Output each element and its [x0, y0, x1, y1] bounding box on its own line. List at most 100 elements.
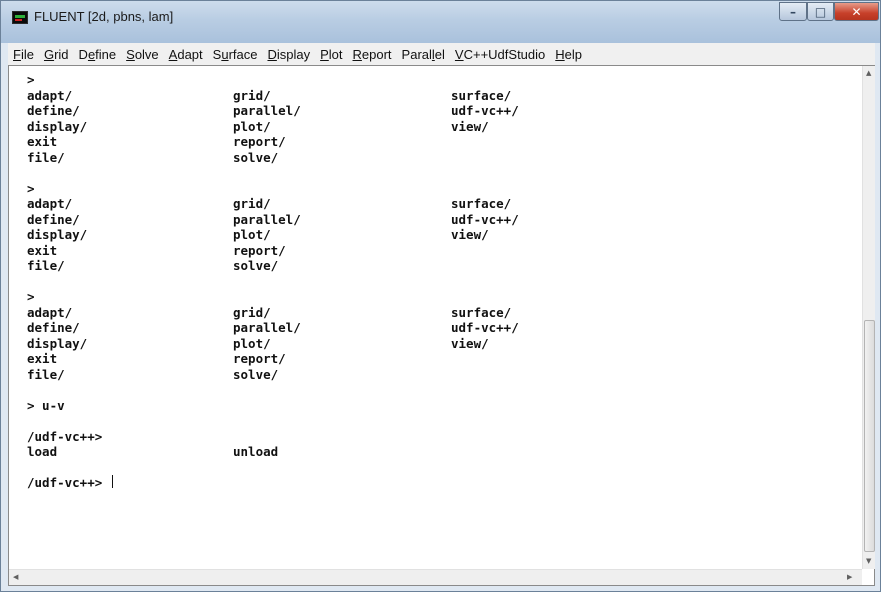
console-cell: report/ — [233, 134, 286, 149]
console-cell — [451, 165, 651, 181]
console-line: > u-v — [27, 398, 857, 414]
menu-define[interactable]: Define — [74, 47, 122, 62]
console-cell — [451, 444, 651, 460]
console-cell: define/ — [27, 211, 80, 227]
menu-vc-udfstudio[interactable]: VC++UdfStudio — [450, 47, 550, 62]
horizontal-scrollbar[interactable]: ◀ ▶ — [9, 569, 862, 585]
console-cell: view/ — [451, 227, 489, 242]
console-cell — [451, 367, 651, 383]
console-cell — [233, 165, 451, 181]
fluent-window: FLUENT [2d, pbns, lam] – □ ✕ File Grid Def… — [0, 0, 881, 592]
console-cell: view/ — [451, 335, 489, 351]
console-cell — [451, 134, 651, 150]
console-cell: solve/ — [233, 366, 279, 382]
console-cell: unload — [233, 444, 279, 459]
scroll-up-arrow-icon[interactable]: ▲ — [866, 69, 871, 77]
scroll-right-arrow-icon[interactable]: ▶ — [847, 573, 852, 581]
console-cell: report/ — [233, 242, 286, 258]
console-cell — [451, 429, 651, 445]
console-cell — [27, 165, 233, 181]
title-bar[interactable]: FLUENT [2d, pbns, lam] – □ ✕ — [1, 1, 880, 43]
console-cell: surface/ — [451, 196, 512, 211]
console-cell: exit — [27, 134, 58, 149]
vertical-scrollbar[interactable]: ▲ ▼ — [862, 66, 875, 569]
console-cell: surface/ — [451, 304, 512, 320]
console-cell: surface/ — [451, 87, 512, 103]
console-line: file/solve/ — [27, 258, 857, 274]
minimize-button[interactable]: – — [779, 2, 807, 21]
console-cell — [451, 382, 651, 398]
maximize-button[interactable]: □ — [807, 2, 834, 21]
console-cell: adapt/ — [27, 196, 73, 211]
vertical-scroll-thumb[interactable] — [864, 320, 875, 552]
menu-help[interactable]: Help — [550, 47, 587, 62]
console-cell: display/ — [27, 335, 88, 351]
console-line — [27, 165, 857, 181]
console-cell: grid/ — [233, 304, 271, 320]
console-cell — [27, 274, 233, 290]
console-cell: adapt/ — [27, 87, 73, 103]
menu-plot[interactable]: Plot — [315, 47, 347, 62]
console-line: > — [27, 289, 857, 305]
console-prompt: /udf-vc++> — [27, 475, 110, 490]
console-prompt-line[interactable]: /udf-vc++> — [27, 475, 857, 491]
console-cell: grid/ — [233, 87, 271, 103]
console-line: exit report/ — [27, 351, 857, 367]
scroll-down-arrow-icon[interactable]: ▼ — [866, 557, 871, 565]
console-line: display/plot/view/ — [27, 119, 857, 135]
menu-parallel[interactable]: Parallel — [397, 47, 450, 62]
fluent-app-icon[interactable] — [12, 11, 28, 24]
console-cell: grid/ — [233, 196, 271, 211]
console-cell: udf-vc++/ — [451, 211, 519, 227]
menu-bar: File Grid Define Solve Adapt Surface Display Pl… — [8, 43, 875, 65]
close-button[interactable]: ✕ — [834, 2, 879, 21]
menu-grid[interactable]: Grid — [39, 47, 74, 62]
console-cell — [233, 289, 451, 305]
console-cell: parallel/ — [233, 211, 301, 227]
console-cell: load — [27, 444, 58, 459]
menu-file[interactable]: File — [8, 47, 39, 62]
console-cell: display/ — [27, 118, 88, 134]
scroll-left-arrow-icon[interactable]: ◀ — [13, 573, 18, 581]
console-cell — [233, 72, 451, 88]
console-cell: > u-v — [27, 397, 65, 413]
console-cell — [233, 274, 451, 290]
console-cell: parallel/ — [233, 320, 301, 335]
console-line: define/parallel/udf-vc++/ — [27, 320, 857, 336]
console-cell: /udf-vc++> — [27, 428, 103, 444]
console-cell — [27, 460, 233, 476]
console-cell: report/ — [233, 351, 286, 366]
console-line — [27, 460, 857, 476]
menu-surface[interactable]: Surface — [208, 47, 263, 62]
menu-display[interactable]: Display — [262, 47, 315, 62]
console-cell — [451, 351, 651, 367]
console-line: define/parallel/udf-vc++/ — [27, 212, 857, 228]
console-cell — [233, 460, 451, 476]
console-area[interactable]: > adapt/grid/surface/define/parallel/udf-… — [8, 65, 875, 586]
console-cell: udf-vc++/ — [451, 320, 519, 335]
console-line — [27, 382, 857, 398]
console-cell: solve/ — [233, 258, 279, 273]
console-cell: define/ — [27, 103, 80, 118]
console-cell — [27, 413, 233, 429]
console-cell — [233, 181, 451, 197]
console-cell: view/ — [451, 118, 489, 134]
console-cell: solve/ — [233, 149, 279, 165]
console-output: > adapt/grid/surface/define/parallel/udf-… — [27, 72, 857, 491]
console-line: display/plot/view/ — [27, 227, 857, 243]
console-line: load unload — [27, 444, 857, 460]
console-cell — [451, 181, 651, 197]
console-cell — [451, 289, 651, 305]
console-cell — [233, 429, 451, 445]
window-title: FLUENT [2d, pbns, lam] — [34, 9, 174, 24]
console-cell: plot/ — [233, 118, 271, 134]
menu-adapt[interactable]: Adapt — [164, 47, 208, 62]
console-cell — [451, 72, 651, 88]
console-line: > — [27, 181, 857, 197]
menu-report[interactable]: Report — [348, 47, 397, 62]
console-line: display/plot/view/ — [27, 336, 857, 352]
menu-solve[interactable]: Solve — [121, 47, 164, 62]
console-cell: plot/ — [233, 227, 271, 242]
console-cell — [451, 398, 651, 414]
console-cell — [451, 460, 651, 476]
